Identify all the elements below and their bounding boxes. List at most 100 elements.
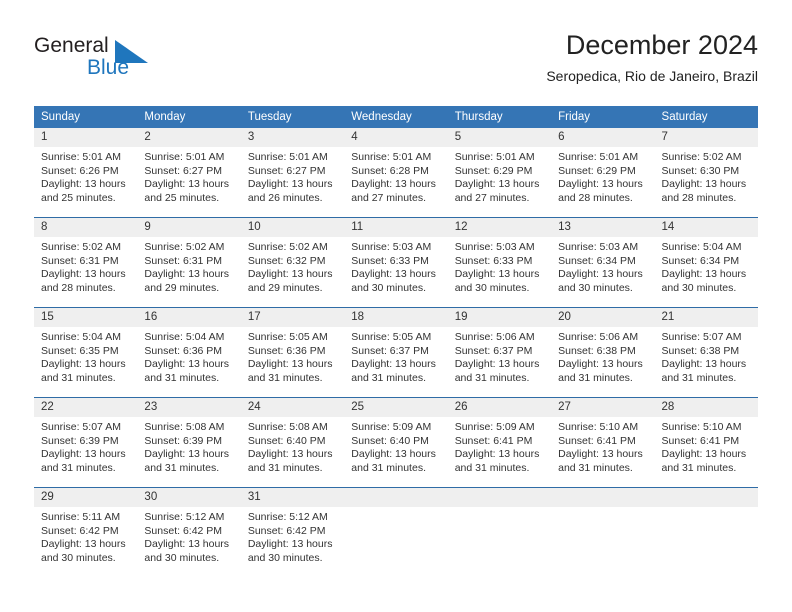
calendar-day-cell[interactable]: 16 Sunrise: 5:04 AM Sunset: 6:36 PM Dayligh…: [137, 307, 241, 398]
calendar-day-cell[interactable]: 9 Sunrise: 5:02 AM Sunset: 6:31 PM Daylight…: [137, 217, 241, 308]
day-cell-inner: 6 Sunrise: 5:01 AM Sunset: 6:29 PM Daylight…: [551, 128, 655, 217]
daylight-text-line2: and 30 minutes.: [247, 551, 323, 564]
sunset-text: Sunset: 6:27 PM: [247, 164, 326, 177]
day-details: Sunrise: 5:01 AM Sunset: 6:26 PM Daylight:…: [34, 147, 137, 205]
day-number: 22: [34, 398, 138, 417]
day-details: Sunrise: 5:06 AM Sunset: 6:37 PM Daylight:…: [448, 327, 551, 385]
sunrise-text: Sunrise: 5:12 AM: [247, 511, 328, 523]
calendar-day-cell[interactable]: 10 Sunrise: 5:02 AM Sunset: 6:32 PM Dayligh…: [240, 217, 345, 308]
daylight-text-line1: Daylight: 13 hours: [247, 358, 333, 371]
day-details: Sunrise: 5:01 AM Sunset: 6:27 PM Daylight:…: [137, 147, 240, 205]
sunrise-text: Sunrise: 5:10 AM: [661, 421, 742, 433]
daylight-text-line2: and 31 minutes.: [247, 371, 323, 384]
calendar-day-cell[interactable]: 28 Sunrise: 5:10 AM Sunset: 6:41 PM Dayligh…: [654, 397, 758, 488]
calendar-table: Sunday Monday Tuesday Wednesday Thursday…: [34, 106, 758, 570]
day-number: 1: [34, 128, 138, 147]
calendar-day-cell[interactable]: 26 Sunrise: 5:09 AM Sunset: 6:41 PM Dayligh…: [447, 397, 552, 488]
daylight-text-line1: Daylight: 13 hours: [41, 178, 126, 191]
sunset-text: Sunset: 6:32 PM: [247, 254, 326, 267]
calendar-day-cell[interactable]: 27 Sunrise: 5:10 AM Sunset: 6:41 PM Dayligh…: [551, 397, 655, 488]
calendar-day-cell[interactable]: 24 Sunrise: 5:08 AM Sunset: 6:40 PM Dayligh…: [240, 397, 345, 488]
sunset-text: Sunset: 6:33 PM: [454, 254, 533, 267]
day-cell-inner: 20 Sunrise: 5:06 AM Sunset: 6:38 PM Dayligh…: [551, 308, 655, 397]
calendar-day-cell[interactable]: 23 Sunrise: 5:08 AM Sunset: 6:39 PM Dayligh…: [137, 397, 241, 488]
calendar-day-cell[interactable]: 29 Sunrise: 5:11 AM Sunset: 6:42 PM Dayligh…: [34, 487, 138, 570]
calendar-day-cell[interactable]: 11 Sunrise: 5:03 AM Sunset: 6:33 PM Dayligh…: [344, 217, 448, 308]
daylight-text-line2: and 27 minutes.: [351, 191, 426, 204]
day-cell-inner: 14 Sunrise: 5:04 AM Sunset: 6:34 PM Dayligh…: [654, 218, 758, 307]
day-details: Sunrise: 5:02 AM Sunset: 6:32 PM Daylight:…: [241, 237, 344, 295]
day-details: Sunrise: 5:10 AM Sunset: 6:41 PM Daylight:…: [655, 417, 758, 475]
page-title: December 2024: [565, 30, 758, 60]
daylight-text-line1: Daylight: 13 hours: [144, 268, 230, 281]
daylight-text-line1: Daylight: 13 hours: [41, 538, 126, 551]
calendar-day-cell[interactable]: 12 Sunrise: 5:03 AM Sunset: 6:33 PM Dayligh…: [447, 217, 552, 308]
day-cell-inner: 11 Sunrise: 5:03 AM Sunset: 6:33 PM Dayligh…: [344, 218, 448, 307]
sunrise-text: Sunrise: 5:05 AM: [247, 331, 328, 343]
daylight-text-line2: and 30 minutes.: [558, 281, 633, 294]
calendar-cell-empty: [344, 487, 448, 570]
calendar-day-cell[interactable]: 14 Sunrise: 5:04 AM Sunset: 6:34 PM Dayligh…: [654, 217, 758, 308]
day-cell-inner: 30 Sunrise: 5:12 AM Sunset: 6:42 PM Dayligh…: [137, 488, 241, 570]
day-details: Sunrise: 5:07 AM Sunset: 6:39 PM Daylight:…: [34, 417, 137, 475]
sunset-text: Sunset: 6:37 PM: [351, 344, 429, 357]
calendar-day-cell[interactable]: 13 Sunrise: 5:03 AM Sunset: 6:34 PM Dayligh…: [551, 217, 655, 308]
calendar-day-cell[interactable]: 5 Sunrise: 5:01 AM Sunset: 6:29 PM Daylight…: [447, 128, 552, 218]
day-details: Sunrise: 5:04 AM Sunset: 6:34 PM Daylight:…: [655, 237, 758, 295]
calendar-day-cell[interactable]: 1 Sunrise: 5:01 AM Sunset: 6:26 PM Daylight…: [34, 128, 138, 218]
day-number: 20: [551, 308, 655, 327]
daylight-text-line1: Daylight: 13 hours: [661, 358, 747, 371]
calendar-day-cell[interactable]: 21 Sunrise: 5:07 AM Sunset: 6:38 PM Dayligh…: [654, 307, 758, 398]
daylight-text-line1: Daylight: 13 hours: [247, 538, 333, 551]
brand-logo[interactable]: General Blue: [34, 33, 204, 83]
day-number: 16: [137, 308, 241, 327]
day-details: Sunrise: 5:01 AM Sunset: 6:29 PM Daylight:…: [551, 147, 654, 205]
sunset-text: Sunset: 6:29 PM: [454, 164, 533, 177]
daylight-text-line2: and 30 minutes.: [144, 551, 220, 564]
daylight-text-line2: and 31 minutes.: [454, 461, 530, 474]
day-number: 17: [240, 308, 345, 327]
sunrise-text: Sunrise: 5:01 AM: [454, 151, 535, 163]
calendar-week-row: 29 Sunrise: 5:11 AM Sunset: 6:42 PM Dayligh…: [34, 487, 758, 570]
daylight-text-line2: and 31 minutes.: [144, 461, 220, 474]
day-number: 30: [137, 488, 241, 507]
day-cell-inner: 18 Sunrise: 5:05 AM Sunset: 6:37 PM Dayligh…: [344, 308, 448, 397]
day-details: Sunrise: 5:01 AM Sunset: 6:28 PM Daylight:…: [344, 147, 447, 205]
daylight-text-line1: Daylight: 13 hours: [558, 268, 643, 281]
daylight-text-line2: and 30 minutes.: [41, 551, 116, 564]
daylight-text-line1: Daylight: 13 hours: [661, 178, 747, 191]
day-number: [344, 488, 448, 507]
calendar-day-cell[interactable]: 22 Sunrise: 5:07 AM Sunset: 6:39 PM Dayligh…: [34, 397, 138, 488]
day-details: Sunrise: 5:04 AM Sunset: 6:35 PM Daylight:…: [34, 327, 137, 385]
calendar-day-cell[interactable]: 15 Sunrise: 5:04 AM Sunset: 6:35 PM Dayligh…: [34, 307, 138, 398]
calendar-day-cell[interactable]: 4 Sunrise: 5:01 AM Sunset: 6:28 PM Daylight…: [344, 128, 448, 218]
sunset-text: Sunset: 6:33 PM: [351, 254, 429, 267]
day-number: 4: [344, 128, 448, 147]
sunset-text: Sunset: 6:39 PM: [144, 434, 223, 447]
calendar-day-cell[interactable]: 8 Sunrise: 5:02 AM Sunset: 6:31 PM Daylight…: [34, 217, 138, 308]
sunrise-text: Sunrise: 5:08 AM: [144, 421, 225, 433]
calendar-page: General Blue December 2024 Seropedica, R…: [0, 0, 792, 612]
calendar-day-cell[interactable]: 7 Sunrise: 5:02 AM Sunset: 6:30 PM Daylight…: [654, 128, 758, 218]
sunrise-text: Sunrise: 5:06 AM: [454, 331, 535, 343]
calendar-day-cell[interactable]: 2 Sunrise: 5:01 AM Sunset: 6:27 PM Daylight…: [137, 128, 241, 218]
calendar-day-cell[interactable]: 6 Sunrise: 5:01 AM Sunset: 6:29 PM Daylight…: [551, 128, 655, 218]
calendar-day-cell[interactable]: 30 Sunrise: 5:12 AM Sunset: 6:42 PM Dayligh…: [137, 487, 241, 570]
day-number: 11: [344, 218, 448, 237]
day-details: Sunrise: 5:03 AM Sunset: 6:33 PM Daylight:…: [344, 237, 447, 295]
calendar-day-cell[interactable]: 17 Sunrise: 5:05 AM Sunset: 6:36 PM Dayligh…: [240, 307, 345, 398]
calendar-day-cell[interactable]: 3 Sunrise: 5:01 AM Sunset: 6:27 PM Daylight…: [240, 128, 345, 218]
daylight-text-line1: Daylight: 13 hours: [351, 178, 436, 191]
daylight-text-line2: and 31 minutes.: [454, 371, 530, 384]
calendar-day-cell[interactable]: 25 Sunrise: 5:09 AM Sunset: 6:40 PM Dayligh…: [344, 397, 448, 488]
calendar-day-cell[interactable]: 31 Sunrise: 5:12 AM Sunset: 6:42 PM Dayligh…: [240, 487, 345, 570]
day-number: 9: [137, 218, 241, 237]
day-cell-inner: [447, 488, 552, 570]
calendar-day-cell[interactable]: 19 Sunrise: 5:06 AM Sunset: 6:37 PM Dayligh…: [447, 307, 552, 398]
calendar-day-cell[interactable]: 20 Sunrise: 5:06 AM Sunset: 6:38 PM Dayligh…: [551, 307, 655, 398]
day-number: 23: [137, 398, 241, 417]
weekday-header-friday: Friday: [551, 106, 655, 128]
day-cell-inner: 9 Sunrise: 5:02 AM Sunset: 6:31 PM Daylight…: [137, 218, 241, 307]
calendar-day-cell[interactable]: 18 Sunrise: 5:05 AM Sunset: 6:37 PM Dayligh…: [344, 307, 448, 398]
daylight-text-line2: and 31 minutes.: [41, 371, 116, 384]
